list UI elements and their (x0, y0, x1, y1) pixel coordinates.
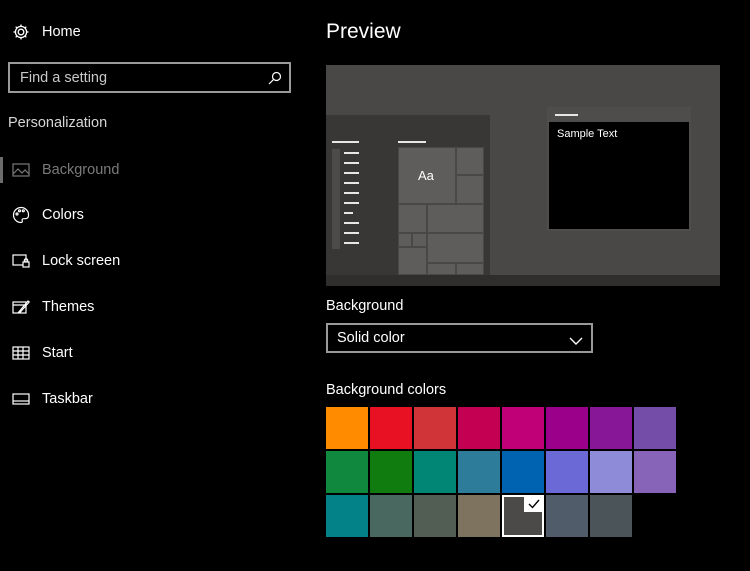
color-swatch[interactable] (458, 495, 500, 537)
color-swatch[interactable] (634, 451, 676, 493)
search-icon[interactable] (267, 70, 283, 86)
color-swatch[interactable] (590, 451, 632, 493)
search-input[interactable] (10, 64, 260, 91)
nav-item-start[interactable]: Start (0, 339, 73, 367)
nav-item-taskbar[interactable]: Taskbar (0, 385, 93, 413)
nav-item-label: Taskbar (42, 391, 93, 407)
home-label: Home (42, 24, 81, 40)
lock-screen-icon (11, 251, 31, 271)
preview-tile (456, 263, 484, 275)
nav-item-label: Start (42, 345, 73, 361)
color-swatch[interactable] (326, 451, 368, 493)
preview-tile (427, 233, 484, 263)
search-box (8, 62, 291, 93)
preview-line (344, 222, 359, 224)
preview-window-title-line (555, 114, 578, 116)
background-dropdown-value: Solid color (337, 330, 405, 346)
preview-tile-text: Aa (418, 168, 434, 183)
preview-line (332, 141, 359, 143)
color-swatch[interactable] (502, 495, 544, 537)
preview-tile (398, 204, 427, 233)
nav-item-lock-screen[interactable]: Lock screen (0, 247, 120, 275)
preview-line (344, 192, 359, 194)
background-colors-label: Background colors (326, 382, 447, 398)
preview-line (344, 202, 359, 204)
color-swatch[interactable] (502, 451, 544, 493)
sidebar: Home Personalization Background Colors L… (0, 0, 300, 571)
color-swatch[interactable] (502, 407, 544, 449)
section-title: Personalization (8, 115, 108, 131)
themes-icon (11, 297, 31, 317)
background-dropdown[interactable]: Solid color (326, 323, 593, 353)
preview-taskbar (326, 275, 720, 286)
color-swatch[interactable] (370, 407, 412, 449)
preview-line (344, 242, 359, 244)
nav-item-label: Background (42, 162, 120, 178)
preview-tile (427, 204, 484, 233)
preview-tile (398, 247, 427, 275)
preview-tile (456, 147, 484, 175)
preview-line (344, 162, 359, 164)
color-swatch[interactable] (546, 495, 588, 537)
page-title: Preview (326, 20, 401, 43)
preview-tile (456, 175, 484, 204)
gear-icon (11, 22, 31, 42)
preview-line (344, 172, 359, 174)
background-label: Background (326, 298, 404, 314)
nav-item-background[interactable]: Background (0, 156, 119, 184)
home-nav-item[interactable]: Home (0, 18, 81, 46)
checkmark-icon (524, 495, 544, 512)
preview-tile (427, 263, 456, 275)
color-swatch[interactable] (414, 451, 456, 493)
start-icon (11, 343, 31, 363)
palette-icon (11, 205, 31, 225)
color-swatch[interactable] (634, 407, 676, 449)
preview-window-body: Sample Text (549, 122, 689, 229)
color-swatch[interactable] (458, 451, 500, 493)
nav-item-label: Lock screen (42, 253, 121, 269)
color-swatch[interactable] (326, 407, 368, 449)
color-swatch[interactable] (370, 451, 412, 493)
color-swatch[interactable] (370, 495, 412, 537)
color-swatch[interactable] (414, 495, 456, 537)
color-swatch[interactable] (458, 407, 500, 449)
nav-item-themes[interactable]: Themes (0, 293, 94, 321)
color-swatch[interactable] (546, 451, 588, 493)
preview-scroll-strip (332, 149, 340, 249)
preview-tile (412, 233, 427, 247)
color-swatch[interactable] (414, 407, 456, 449)
preview-line (398, 141, 426, 143)
preview-tile (398, 233, 412, 247)
color-swatch[interactable] (546, 407, 588, 449)
chevron-down-icon (569, 333, 583, 345)
nav-item-label: Colors (42, 207, 84, 223)
theme-preview: Aa Sample Text (326, 65, 720, 286)
color-swatch[interactable] (590, 407, 632, 449)
preview-line (344, 152, 359, 154)
preview-window: Sample Text (547, 107, 691, 231)
nav-item-label: Themes (42, 299, 95, 315)
preview-line (344, 182, 359, 184)
picture-icon (11, 160, 31, 180)
preview-line (344, 212, 353, 214)
preview-line (344, 232, 359, 234)
nav-item-colors[interactable]: Colors (0, 201, 84, 229)
color-swatch[interactable] (326, 495, 368, 537)
preview-sample-text: Sample Text (557, 128, 618, 140)
color-swatch[interactable] (590, 495, 632, 537)
taskbar-icon (11, 389, 31, 409)
